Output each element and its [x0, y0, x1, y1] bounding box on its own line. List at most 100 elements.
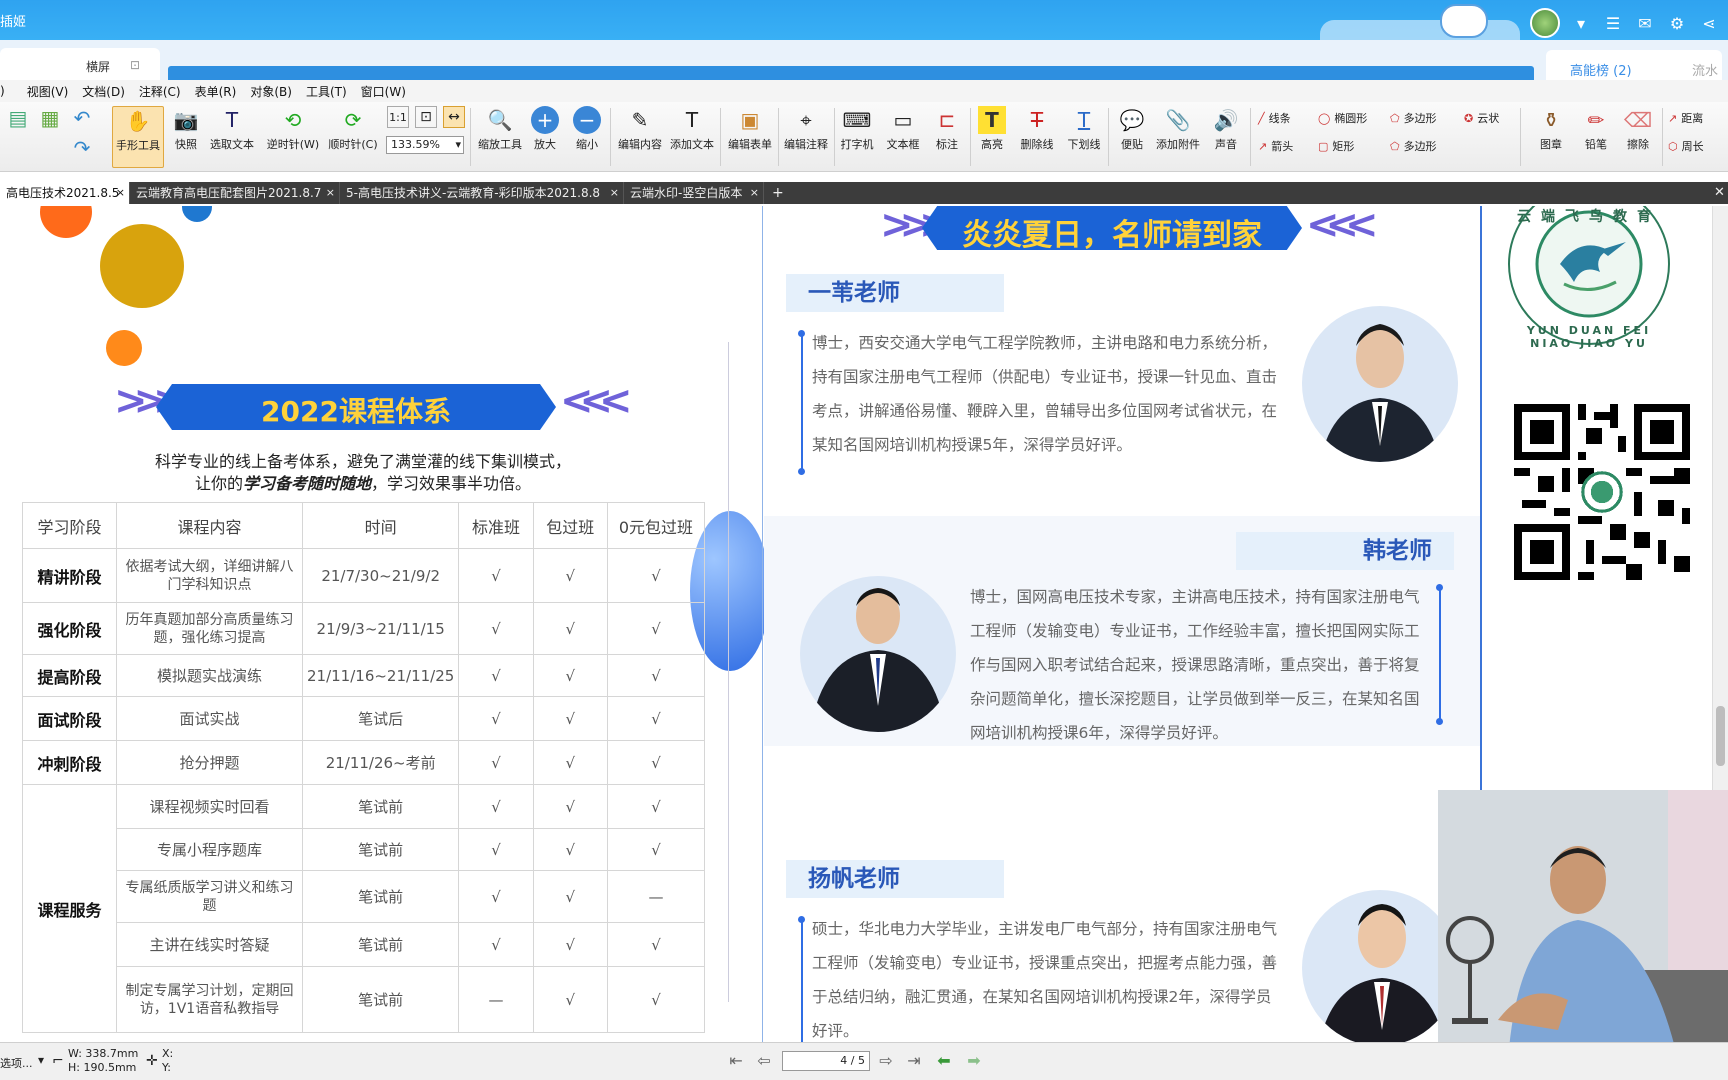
table-row: 冲刺阶段 抢分押题 21/11/26~考前 √ √ √ — [21, 740, 706, 785]
callout-button[interactable]: ⊏ 标注 — [928, 106, 966, 152]
prev-page-icon[interactable]: ⇦ — [752, 1051, 776, 1073]
note-button[interactable]: 💬 便贴 — [1112, 106, 1152, 152]
zoom-tool-button[interactable]: 🔍 缩放工具 — [474, 106, 526, 152]
tab-landscape[interactable]: 横屏 ⊡ — [0, 48, 160, 80]
close-icon[interactable]: × — [750, 182, 759, 204]
close-icon[interactable]: × — [326, 182, 335, 204]
shape-polygon[interactable]: ⬠ 多边形 — [1390, 110, 1437, 126]
shape-line[interactable]: ╱ 线条 — [1258, 110, 1291, 126]
back-view-icon[interactable]: ⬅ — [932, 1051, 956, 1073]
close-all-icon[interactable]: ✕ — [1708, 182, 1728, 204]
textbox-button[interactable]: ▭ 文本框 — [882, 106, 924, 152]
eraser-button[interactable]: ⌫ 擦除 — [1620, 106, 1656, 152]
strikeout-button[interactable]: T 删除线 — [1012, 106, 1062, 152]
zoom-out-button[interactable]: − 缩小 — [572, 106, 602, 152]
tab-ranking[interactable]: 高能榜 (2) 流水流 — [1546, 50, 1722, 98]
doc-tab-2[interactable]: 云端教育高电压配套图片2021.8.7 × — [130, 182, 340, 204]
status-options[interactable]: 选项... — [0, 1055, 33, 1071]
lock-icon[interactable]: ⊡ — [130, 58, 140, 72]
zoom-in-button[interactable]: + 放大 — [530, 106, 560, 152]
share-icon[interactable]: ⋖ — [1698, 12, 1720, 34]
menu-item-window[interactable]: 窗口(W) — [361, 83, 406, 100]
time-cell: 21/9/3~21/11/15 — [301, 602, 460, 655]
check-cell: √ — [606, 548, 706, 603]
menu-item-form[interactable]: 表单(R) — [195, 83, 237, 100]
measure-perimeter-label: 周长 — [1681, 140, 1704, 153]
zoom-select[interactable]: 133.59% ▾ — [386, 136, 464, 154]
pencil-button[interactable]: ✏ 铅笔 — [1578, 106, 1614, 152]
time-cell: 笔试后 — [301, 696, 460, 741]
chevron-down-icon[interactable]: ▾ — [1570, 12, 1592, 34]
shape-polyline[interactable]: ⬠ 多边形 — [1390, 138, 1437, 154]
eraser-label: 擦除 — [1627, 138, 1649, 151]
shape-rectangle[interactable]: ▢ 矩形 — [1318, 138, 1354, 154]
window-tab-strip: 横屏 ⊡ 高能榜 (2) 流水流 — [0, 40, 1728, 98]
select-text-button[interactable]: T 选取文本 — [206, 106, 258, 152]
menu-item-document[interactable]: 文档(D) — [82, 83, 125, 100]
mail-icon[interactable]: ✉ — [1634, 12, 1656, 34]
doc-tab-1[interactable]: 高电压技术2021.8.5 × — [0, 182, 130, 204]
eraser-icon: ⌫ — [1623, 108, 1653, 132]
redo-button[interactable]: ↷ — [68, 134, 96, 164]
measure-distance[interactable]: ↗ 距离 — [1668, 110, 1703, 126]
shape-ellipse[interactable]: ◯ 椭圆形 — [1318, 110, 1367, 126]
doc-nav[interactable]: ▦ — [36, 104, 64, 134]
new-tab-button[interactable]: + — [766, 182, 786, 204]
snapshot-button[interactable]: 📷 快照 — [168, 106, 204, 152]
hand-tool-button[interactable]: ✋ 手形工具 — [112, 106, 164, 168]
doc-tab-4[interactable]: 云端水印-竖空白版本 × — [624, 182, 764, 204]
measure-perimeter[interactable]: ⬡ 周长 — [1668, 138, 1704, 154]
shape-arrow[interactable]: ↗ 箭头 — [1258, 138, 1293, 154]
sound-button[interactable]: 🔊 声音 — [1206, 106, 1246, 152]
content-cell: 专属小程序题库 — [116, 828, 303, 871]
menu-item-edit[interactable]: ) — [0, 84, 5, 98]
undo-group[interactable]: ▤ — [4, 104, 32, 134]
table-row: 制定专属学习计划，定期回访，1V1语音私教指导 笔试前 — √ √ — [23, 966, 706, 1033]
page-number-input[interactable]: 4 / 5 — [782, 1051, 870, 1071]
last-page-icon[interactable]: ⇥ — [902, 1051, 926, 1073]
fit-page-icon[interactable]: ⊡ — [415, 106, 437, 128]
edit-annotation-button[interactable]: ⌖ 编辑注释 — [780, 106, 832, 152]
callout-label: 标注 — [936, 138, 958, 151]
content-cell: 制定专属学习计划，定期回访，1V1语音私教指导 — [116, 966, 303, 1033]
rotate-ccw-icon: ⟲ — [284, 108, 302, 132]
gear-icon[interactable]: ⚙ — [1666, 12, 1688, 34]
avatar[interactable] — [1530, 8, 1560, 38]
status-y: Y: — [162, 1061, 171, 1074]
forward-view-icon[interactable]: ➡ — [962, 1051, 986, 1073]
actual-size-icon[interactable]: 1:1 — [387, 106, 409, 128]
close-icon[interactable]: × — [610, 182, 619, 204]
select-text-icon: T — [225, 108, 239, 132]
check-cell: √ — [606, 966, 706, 1033]
edit-form-button[interactable]: ▣ 编辑表单 — [724, 106, 776, 152]
check-cell: √ — [606, 828, 706, 871]
attachment-button[interactable]: 📎 添加附件 — [1152, 106, 1204, 152]
check-cell: — — [606, 870, 706, 923]
rotate-ccw-button[interactable]: ⟲ 逆时针(W) — [262, 106, 324, 152]
close-icon[interactable]: × — [116, 182, 125, 204]
toolbar: ▤ ▦ ↶ ↷ ✋ 手形工具 📷 快照 T 选取文本 ⟲ 逆时针(W) ⟳ 顺时针(C) … — [0, 102, 1728, 172]
menu-item-tools[interactable]: 工具(T) — [306, 83, 347, 100]
check-cell: √ — [606, 784, 706, 829]
add-text-button[interactable]: T 添加文本 — [666, 106, 718, 152]
check-cell: √ — [458, 784, 534, 829]
stage-cell: 课程服务 — [21, 784, 118, 1033]
menu-item-comment[interactable]: 注释(C) — [139, 83, 181, 100]
doc-tab-3[interactable]: 5-高电压技术讲义-云端教育-彩印版本2021.8.8 × — [340, 182, 624, 204]
menu-icon[interactable]: ☰ — [1602, 12, 1624, 34]
highlight-button[interactable]: T 高亮 — [974, 106, 1010, 152]
underline-button[interactable]: T 下划线 — [1062, 106, 1106, 152]
next-page-icon[interactable]: ⇨ — [874, 1051, 898, 1073]
first-page-icon[interactable]: ⇤ — [724, 1051, 748, 1073]
rotate-cw-button[interactable]: ⟳ 顺时针(C) — [324, 106, 382, 152]
chevron-down-icon[interactable]: ▾ — [38, 1053, 44, 1067]
fit-width-icon[interactable]: ↔ — [443, 106, 465, 128]
menu-item-view[interactable]: 视图(V) — [27, 83, 69, 100]
undo-button[interactable]: ↶ — [68, 104, 96, 134]
typewriter-button[interactable]: ⌨ 打字机 — [836, 106, 878, 152]
scrollbar-thumb[interactable] — [1716, 706, 1725, 766]
stamp-button[interactable]: ⚱ 图章 — [1526, 106, 1576, 152]
shape-cloud[interactable]: ✪ 云状 — [1464, 110, 1499, 126]
edit-content-button[interactable]: ✎ 编辑内容 — [614, 106, 666, 152]
menu-item-object[interactable]: 对象(B) — [250, 83, 292, 100]
